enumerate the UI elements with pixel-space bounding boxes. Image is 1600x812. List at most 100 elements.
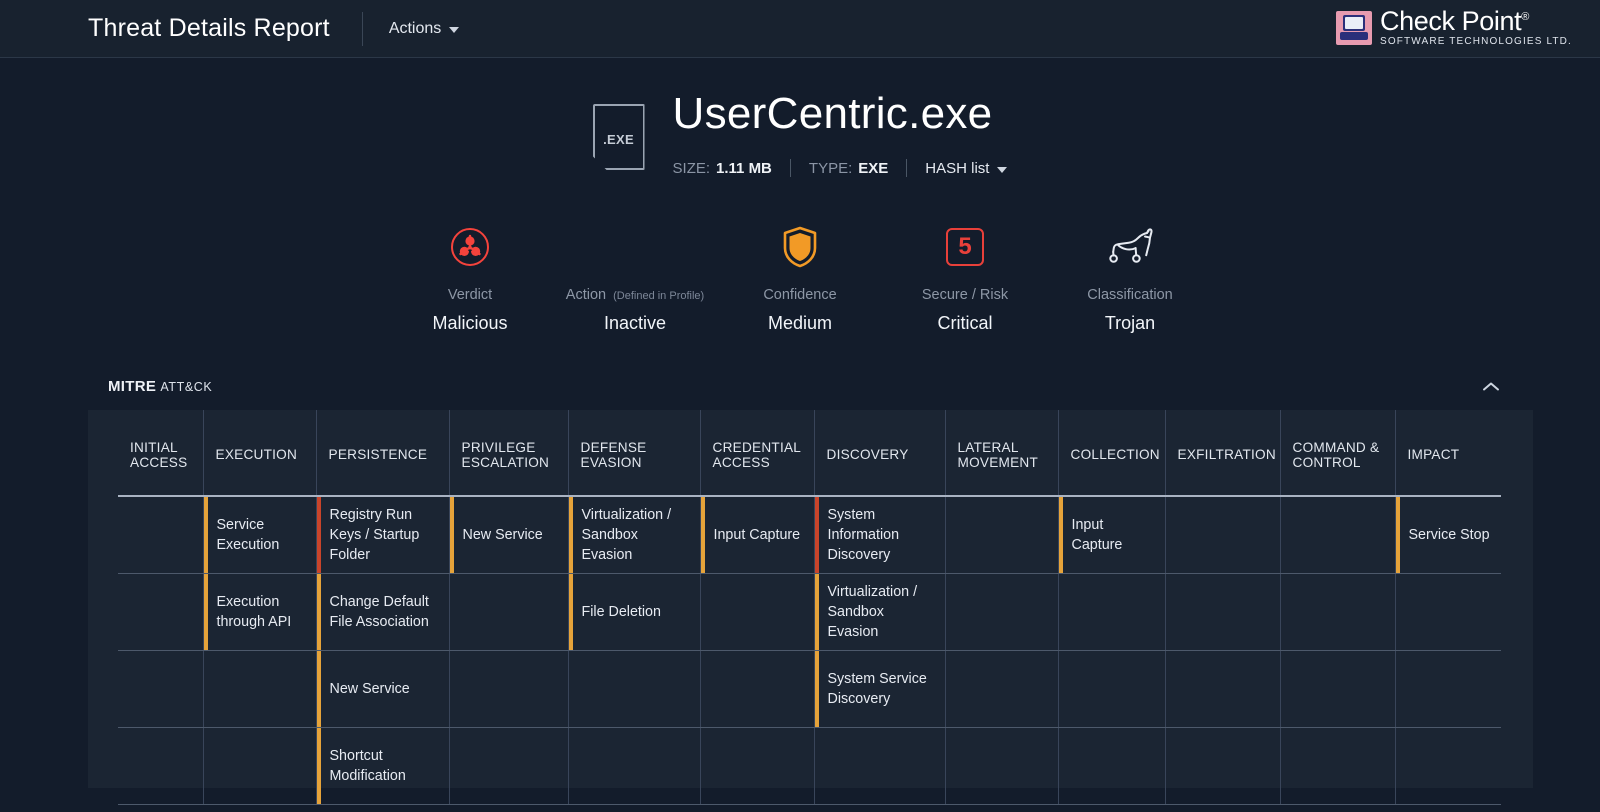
cell-inner: [1281, 497, 1395, 573]
technique-cell[interactable]: New Service: [316, 651, 449, 728]
matrix-column-header: EXECUTION: [203, 410, 316, 496]
cell-inner: [1396, 651, 1502, 727]
status-label-text: Verdict: [448, 287, 492, 303]
matrix-column-header: COMMAND & CONTROL: [1280, 410, 1395, 496]
trojan-horse-icon: [1104, 225, 1156, 269]
table-row: New Service System Service Discovery: [118, 651, 1501, 728]
file-type-key: TYPE:: [809, 160, 852, 177]
technique-label: [454, 651, 568, 727]
cell-inner: System Service Discovery: [815, 651, 945, 727]
status-item-action: Action (Defined in Profile) Inactive: [553, 225, 718, 334]
cell-inner: [118, 574, 203, 650]
technique-cell[interactable]: System Information Discovery: [814, 496, 945, 574]
cell-inner: [1059, 728, 1165, 804]
technique-cell[interactable]: Service Execution: [203, 496, 316, 574]
trojan-horse-icon-svg: [1104, 227, 1156, 267]
technique-cell[interactable]: Virtualization / Sandbox Evasion: [568, 496, 700, 574]
technique-label: Shortcut Modification: [321, 728, 449, 804]
matrix-column-header: DEFENSE EVASION: [568, 410, 700, 496]
cell-inner: Shortcut Modification: [317, 728, 449, 804]
technique-label: Service Execution: [208, 497, 316, 573]
empty-cell: [1165, 574, 1280, 651]
hash-list-dropdown[interactable]: HASH list: [925, 160, 1007, 177]
empty-cell: [203, 728, 316, 805]
technique-label: [122, 497, 203, 573]
biohazard-icon-svg: [450, 227, 490, 267]
matrix-header-row: INITIAL ACCESS EXECUTION PERSISTENCE PRI…: [118, 410, 1501, 496]
technique-cell[interactable]: System Service Discovery: [814, 651, 945, 728]
threat-status-strip: Verdict Malicious Action (Defined in Pro…: [0, 225, 1600, 334]
technique-cell[interactable]: Service Stop: [1395, 496, 1501, 574]
table-row: Shortcut Modification: [118, 728, 1501, 805]
technique-label: New Service: [321, 651, 449, 727]
empty-cell: [1165, 496, 1280, 574]
technique-label: [454, 574, 568, 650]
cell-inner: [450, 651, 568, 727]
empty-cell: [203, 651, 316, 728]
technique-cell[interactable]: Input Capture: [700, 496, 814, 574]
technique-label: [122, 574, 203, 650]
cell-inner: [118, 728, 203, 804]
empty-cell: [1395, 728, 1501, 805]
empty-cell: [700, 728, 814, 805]
technique-label: [1285, 574, 1395, 650]
technique-cell[interactable]: Change Default File Association: [316, 574, 449, 651]
technique-label: [1170, 728, 1280, 804]
cell-inner: [1059, 651, 1165, 727]
technique-cell[interactable]: Shortcut Modification: [316, 728, 449, 805]
cell-inner: New Service: [317, 651, 449, 727]
cell-inner: New Service: [450, 497, 568, 573]
technique-cell[interactable]: New Service: [449, 496, 568, 574]
technique-label: [950, 574, 1058, 650]
technique-label: Execution through API: [208, 574, 316, 650]
status-label-text: Action: [566, 287, 606, 303]
cell-inner: [946, 651, 1058, 727]
status-value-verdict: Malicious: [432, 313, 507, 334]
empty-cell: [1395, 651, 1501, 728]
technique-label: [1285, 651, 1395, 727]
empty-cell: [945, 728, 1058, 805]
technique-label: Input Capture: [705, 497, 814, 573]
top-bar: Threat Details Report Actions Check Poin…: [0, 0, 1600, 58]
cell-inner: [569, 651, 700, 727]
technique-label: [705, 651, 814, 727]
technique-cell[interactable]: File Deletion: [568, 574, 700, 651]
shield-icon: [783, 225, 817, 269]
technique-label: [1063, 574, 1165, 650]
technique-label: [1170, 651, 1280, 727]
logo-keyboard-shape: [1340, 32, 1368, 40]
empty-cell: [1058, 651, 1165, 728]
cell-inner: [1166, 728, 1280, 804]
chevron-up-icon[interactable]: [1482, 381, 1500, 392]
technique-label: Virtualization / Sandbox Evasion: [819, 574, 945, 650]
actions-menu-button[interactable]: Actions: [389, 20, 459, 38]
cell-inner: Virtualization / Sandbox Evasion: [569, 497, 700, 573]
chevron-down-icon: [449, 27, 459, 33]
cell-inner: Execution through API: [204, 574, 316, 650]
technique-cell[interactable]: Input Capture: [1058, 496, 1165, 574]
empty-cell: [945, 651, 1058, 728]
matrix-column-header: PRIVILEGE ESCALATION: [449, 410, 568, 496]
technique-cell[interactable]: Execution through API: [203, 574, 316, 651]
technique-label: [950, 497, 1058, 573]
technique-cell[interactable]: Virtualization / Sandbox Evasion: [814, 574, 945, 651]
empty-cell: [118, 496, 203, 574]
empty-cell: [1058, 574, 1165, 651]
table-row: Execution through APIChange Default File…: [118, 574, 1501, 651]
file-name: UserCentric.exe: [673, 92, 1008, 136]
status-label-text: Classification: [1087, 287, 1172, 303]
cell-inner: [204, 651, 316, 727]
cell-inner: [569, 728, 700, 804]
technique-cell[interactable]: Registry Run Keys / Startup Folder: [316, 496, 449, 574]
status-item-confidence: Confidence Medium: [718, 225, 883, 334]
cell-inner: [701, 728, 814, 804]
cell-inner: [450, 574, 568, 650]
technique-label: Input Capture: [1063, 497, 1165, 573]
status-label-classification: Classification: [1087, 287, 1172, 303]
technique-label: [1400, 574, 1502, 650]
technique-label: [573, 728, 700, 804]
toolbar-divider: [362, 12, 363, 46]
biohazard-icon: [450, 225, 490, 269]
matrix-column-header: COLLECTION: [1058, 410, 1165, 496]
empty-cell: [568, 728, 700, 805]
